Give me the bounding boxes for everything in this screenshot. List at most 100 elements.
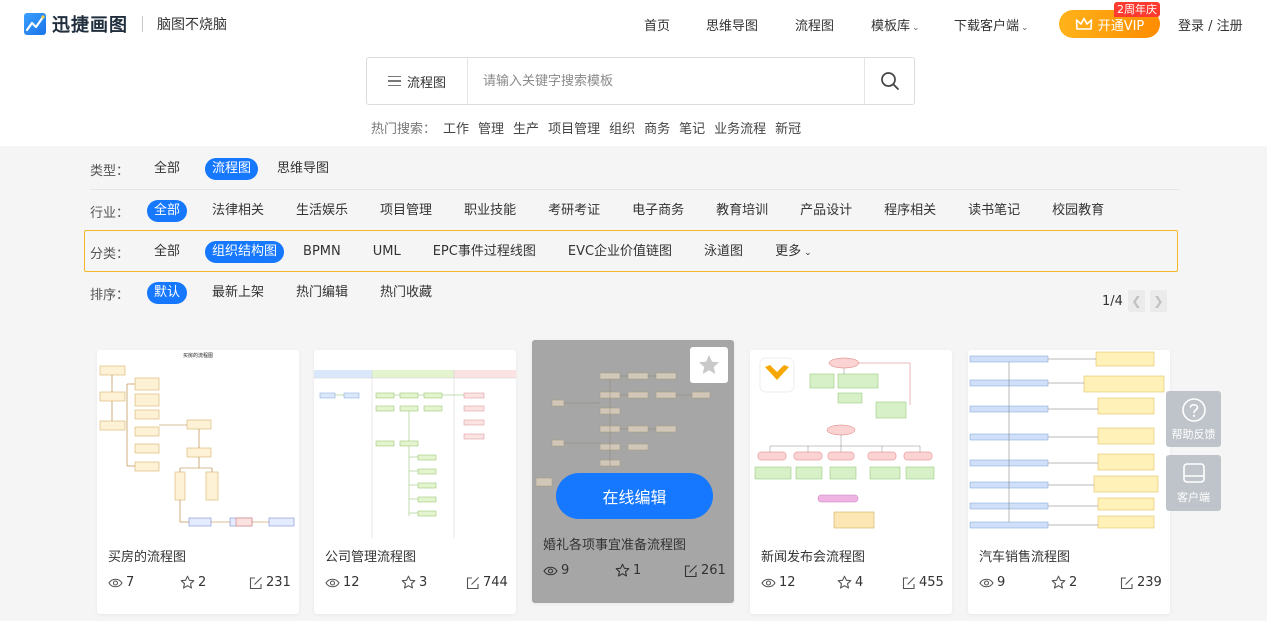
help-feedback-label: 帮助反馈 xyxy=(1171,427,1216,441)
prev-page-button[interactable]: ❮ xyxy=(1127,290,1145,312)
hot-search-item[interactable]: 组织 xyxy=(609,122,635,137)
template-title[interactable]: 新闻发布会流程图 xyxy=(761,546,865,565)
template-card[interactable]: 公司管理流程图 12 3 744 xyxy=(314,350,516,614)
filter-category-option[interactable]: BPMN xyxy=(296,241,348,263)
template-thumbnail xyxy=(750,350,952,538)
hot-search-item[interactable]: 生产 xyxy=(513,122,539,137)
edit-icon xyxy=(902,576,915,589)
desktop-client-icon xyxy=(1182,462,1205,483)
hot-search-item[interactable]: 笔记 xyxy=(679,122,705,137)
sort-hot-favorite[interactable]: 热门收藏 xyxy=(373,282,439,304)
page-indicator: 1/4 xyxy=(1102,293,1123,309)
template-title[interactable]: 公司管理流程图 xyxy=(325,546,416,565)
client-download-label: 客户端 xyxy=(1177,490,1210,504)
filter-industry-option[interactable]: 校园教育 xyxy=(1045,200,1111,222)
filter-industry-option[interactable]: 电子商务 xyxy=(625,200,691,222)
hot-search-item[interactable]: 项目管理 xyxy=(548,122,600,137)
filter-category-option[interactable]: EPC事件过程线图 xyxy=(426,241,543,263)
edit-count: 231 xyxy=(249,575,291,590)
chevron-down-icon: ⌄ xyxy=(1021,23,1029,33)
search-type-select[interactable]: 流程图 xyxy=(367,58,468,104)
filter-category-org-chart[interactable]: 组织结构图 xyxy=(205,241,285,263)
nav-home[interactable]: 首页 xyxy=(644,15,670,34)
sort-default[interactable]: 默认 xyxy=(147,282,188,304)
nav-mindmap[interactable]: 思维导图 xyxy=(706,15,758,34)
template-card[interactable]: 汽车销售流程图 9 2 239 xyxy=(968,350,1170,614)
filter-industry-option[interactable]: 教育培训 xyxy=(709,200,775,222)
edit-online-button[interactable]: 在线编辑 xyxy=(556,473,713,519)
filter-industry-option[interactable]: 读书笔记 xyxy=(961,200,1027,222)
star-icon xyxy=(615,563,630,577)
logo-icon xyxy=(24,13,46,35)
hot-search-item[interactable]: 工作 xyxy=(443,122,469,137)
logo-slogan: 脑图不烧脑 xyxy=(157,17,227,33)
sort-hot-edit[interactable]: 热门编辑 xyxy=(289,282,355,304)
filter-category-all[interactable]: 全部 xyxy=(147,241,187,263)
favorite-button[interactable] xyxy=(690,347,728,383)
filter-sort-label: 排序： xyxy=(90,287,130,303)
filter-industry-option[interactable]: 职业技能 xyxy=(457,200,523,222)
search-input[interactable] xyxy=(469,58,864,104)
filter-industry-option[interactable]: 考研考证 xyxy=(541,200,607,222)
filter-industry-option[interactable]: 产品设计 xyxy=(793,200,859,222)
edit-count-value: 455 xyxy=(919,575,944,590)
edit-icon xyxy=(249,576,262,589)
filter-sort-row: 排序： 默认 最新上架 热门编辑 热门收藏 xyxy=(90,281,439,305)
hot-search-item[interactable]: 新冠 xyxy=(775,122,801,137)
hot-search-item[interactable]: 商务 xyxy=(644,122,670,137)
filter-industry-option[interactable]: 项目管理 xyxy=(373,200,439,222)
filter-industry-option[interactable]: 法律相关 xyxy=(205,200,271,222)
view-count-value: 9 xyxy=(997,575,1006,590)
template-title[interactable]: 婚礼各项事宜准备流程图 xyxy=(543,534,686,553)
nav-templates-label: 模板库 xyxy=(871,19,911,34)
view-count-value: 12 xyxy=(343,575,360,590)
filter-type-label: 类型： xyxy=(90,163,130,179)
eye-icon xyxy=(761,578,776,587)
filter-category-more[interactable]: 更多 ⌄ xyxy=(768,241,819,263)
edit-icon xyxy=(466,576,479,589)
edit-count-value: 261 xyxy=(701,563,726,578)
filter-type-mindmap[interactable]: 思维导图 xyxy=(270,158,336,180)
view-count: 9 xyxy=(979,575,1005,590)
template-title[interactable]: 汽车销售流程图 xyxy=(979,546,1070,565)
filter-industry-all[interactable]: 全部 xyxy=(147,200,188,222)
edit-icon xyxy=(684,564,697,577)
menu-icon xyxy=(387,76,401,86)
search-button[interactable] xyxy=(864,58,914,104)
filter-type-all[interactable]: 全部 xyxy=(147,158,187,180)
template-card[interactable]: 新闻发布会流程图 12 4 455 xyxy=(750,350,952,614)
template-card[interactable]: 买房的流程图 买房的流程图 7 2 231 xyxy=(97,350,299,614)
filter-category-option[interactable]: UML xyxy=(366,241,408,263)
nav-mindmap-label: 思维导图 xyxy=(706,19,759,34)
edit-count-value: 231 xyxy=(266,575,291,590)
view-count: 12 xyxy=(325,575,360,590)
hot-search-item[interactable]: 业务流程 xyxy=(714,122,766,137)
favorite-count-value: 1 xyxy=(633,563,642,578)
filter-industry-option[interactable]: 程序相关 xyxy=(877,200,943,222)
site-logo[interactable]: 迅捷画图 脑图不烧脑 xyxy=(24,11,227,37)
filter-industry-option[interactable]: 生活娱乐 xyxy=(289,200,355,222)
nav-templates[interactable]: 模板库 ⌄ xyxy=(871,15,920,34)
view-count: 9 xyxy=(543,563,569,578)
nav-download[interactable]: 下载客户端 ⌄ xyxy=(954,15,1029,34)
edit-count: 455 xyxy=(902,575,944,590)
client-download-button[interactable]: 客户端 xyxy=(1166,455,1221,511)
nav-flowchart[interactable]: 流程图 xyxy=(795,15,834,34)
template-search-bar: 流程图 xyxy=(366,57,915,105)
star-icon xyxy=(401,575,416,589)
filter-type-flowchart[interactable]: 流程图 xyxy=(205,158,259,180)
hot-search-item[interactable]: 管理 xyxy=(478,122,504,137)
view-count-value: 9 xyxy=(561,563,570,578)
filter-category-option[interactable]: EVC企业价值链图 xyxy=(561,241,679,263)
filter-category-option[interactable]: 泳道图 xyxy=(697,241,750,263)
login-register-link[interactable]: 登录 / 注册 xyxy=(1178,15,1243,34)
star-icon xyxy=(1051,575,1066,589)
favorite-count: 2 xyxy=(1051,575,1077,590)
template-thumbnail xyxy=(314,350,516,538)
template-title[interactable]: 买房的流程图 xyxy=(108,546,186,565)
next-page-button[interactable]: ❯ xyxy=(1149,290,1167,312)
sort-newest[interactable]: 最新上架 xyxy=(205,282,271,304)
chevron-down-icon: ⌄ xyxy=(912,23,920,33)
help-feedback-button[interactable]: 帮助反馈 xyxy=(1166,391,1221,447)
template-card-hovered[interactable]: 在线编辑 婚礼各项事宜准备流程图 9 1 261 xyxy=(532,340,734,603)
